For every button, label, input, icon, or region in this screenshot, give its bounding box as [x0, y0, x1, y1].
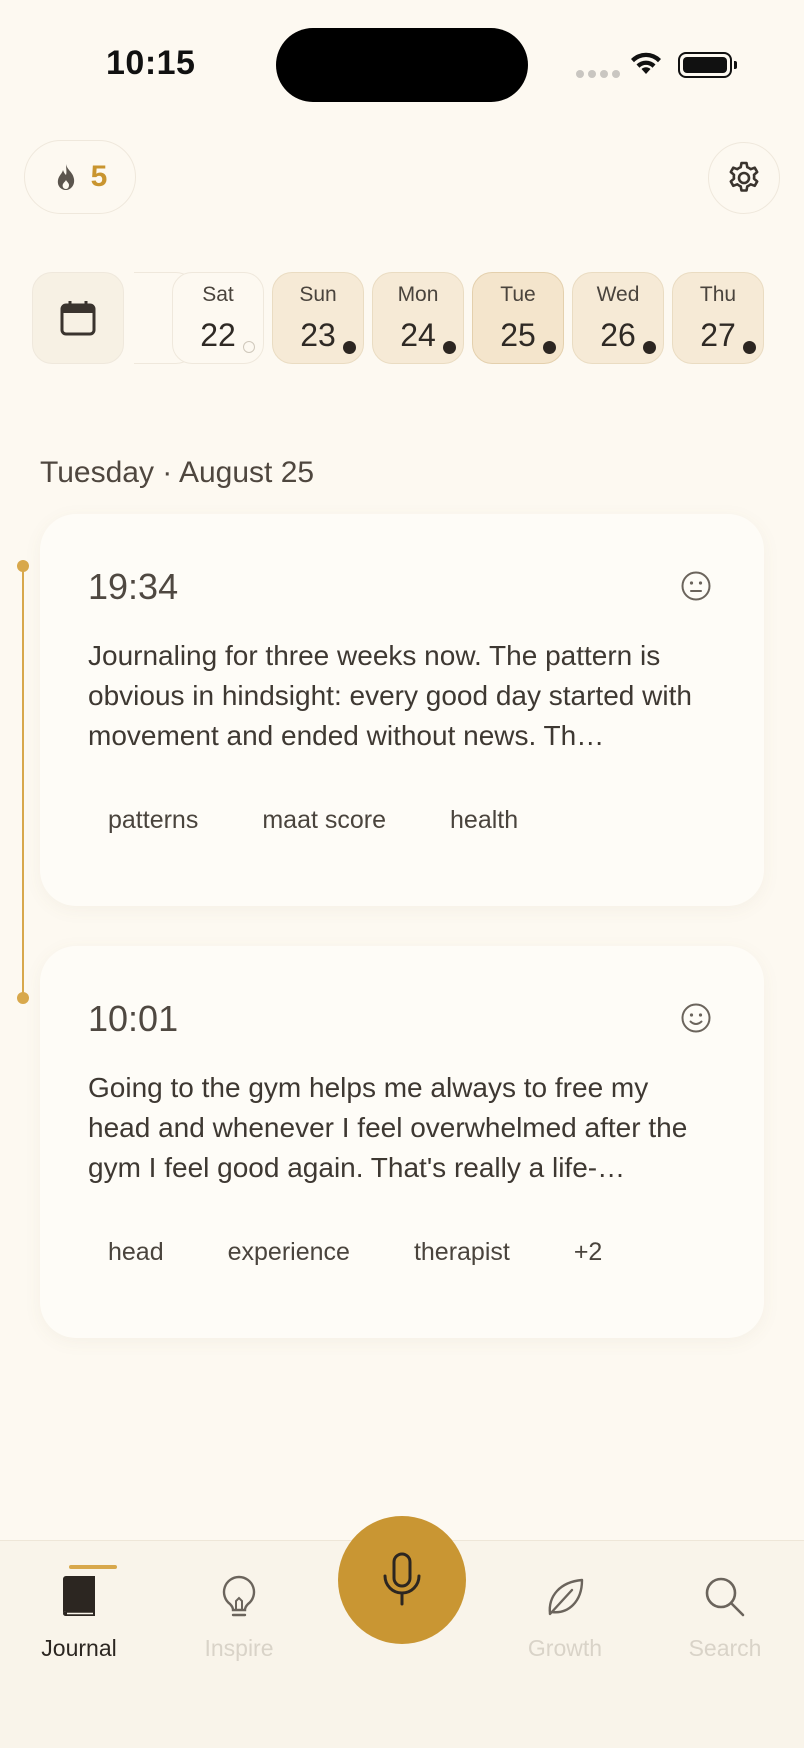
- calendar-button[interactable]: [32, 272, 124, 364]
- entry-tags: head experience therapist +2: [88, 1232, 622, 1273]
- tag-chip[interactable]: patterns: [88, 800, 218, 841]
- tab-inspire[interactable]: Inspire: [174, 1567, 304, 1662]
- tab-search[interactable]: Search: [660, 1567, 790, 1662]
- active-tab-indicator: [69, 1565, 117, 1569]
- day-name: Thu: [699, 283, 737, 306]
- tab-label: Search: [688, 1635, 762, 1661]
- day-cell-wed[interactable]: Wed 26: [572, 272, 664, 364]
- tag-chip[interactable]: experience: [208, 1232, 370, 1273]
- book-icon: [63, 1576, 95, 1617]
- streak-badge[interactable]: 5: [24, 140, 136, 214]
- neutral-face-icon[interactable]: [680, 570, 712, 602]
- day-cell-thu[interactable]: Thu 27: [672, 272, 764, 364]
- day-cell-sat[interactable]: Sat 22: [172, 272, 264, 364]
- entry-time: 10:01: [88, 998, 179, 1039]
- day-cell-sun[interactable]: Sun 23: [272, 272, 364, 364]
- day-name: Tue: [500, 283, 536, 306]
- tag-chip[interactable]: head: [88, 1232, 184, 1273]
- tag-chip[interactable]: maat score: [242, 800, 406, 841]
- timeline-dot: [17, 560, 29, 572]
- day-name: Sun: [299, 283, 337, 306]
- search-icon: [705, 1577, 745, 1617]
- tag-chip[interactable]: health: [430, 800, 538, 841]
- streak-count: 5: [90, 160, 108, 193]
- status-bar: 10:15: [0, 0, 804, 120]
- lightbulb-icon: [222, 1575, 256, 1617]
- day-cell-mon[interactable]: Mon 24: [372, 272, 464, 364]
- cellular-signal-icon: [576, 70, 620, 78]
- day-name: Sat: [202, 283, 234, 306]
- dynamic-island: [276, 28, 528, 102]
- day-name: Wed: [596, 283, 640, 306]
- microphone-icon: [383, 1552, 421, 1606]
- record-voice-button[interactable]: [338, 1516, 466, 1644]
- tag-chip[interactable]: therapist: [394, 1232, 530, 1273]
- date-strip[interactable]: Sat 22 Sun 23 Mon 24 Tue 25 Wed 26 Thu 2…: [32, 272, 772, 364]
- timeline-line: [22, 566, 24, 998]
- tab-label: Inspire: [204, 1635, 274, 1661]
- day-name: Mon: [397, 283, 439, 306]
- status-time: 10:15: [106, 44, 196, 82]
- entry-indicator: [743, 341, 756, 354]
- entry-indicator: [243, 341, 255, 353]
- entry-indicator: [343, 341, 356, 354]
- journal-entry-card[interactable]: 10:01 Going to the gym helps me always t…: [40, 946, 764, 1338]
- tab-label: Journal: [41, 1635, 117, 1661]
- tab-label: Growth: [527, 1635, 603, 1661]
- calendar-icon: [60, 301, 96, 336]
- entry-tags: patterns maat score health: [88, 800, 538, 841]
- entry-indicator: [643, 341, 656, 354]
- entry-indicator: [443, 341, 456, 354]
- tab-journal[interactable]: Journal: [14, 1565, 144, 1662]
- day-cell-tue[interactable]: Tue 25: [472, 272, 564, 364]
- smile-face-icon[interactable]: [680, 1002, 712, 1034]
- entry-text: Going to the gym helps me always to free…: [88, 1072, 688, 1183]
- entry-time: 19:34: [88, 566, 179, 607]
- entry-text: Journaling for three weeks now. The patt…: [88, 640, 692, 751]
- entry-indicator: [543, 341, 556, 354]
- journal-entry-card[interactable]: 19:34 Journaling for three weeks now. Th…: [40, 514, 764, 906]
- wifi-icon: [631, 52, 661, 74]
- section-date-heading: Tuesday · August 25: [40, 456, 315, 489]
- settings-button[interactable]: [708, 142, 780, 214]
- timeline-dot: [17, 992, 29, 1004]
- gear-icon: [729, 161, 759, 192]
- more-tags-chip[interactable]: +2: [554, 1232, 623, 1273]
- tab-growth[interactable]: Growth: [500, 1567, 630, 1662]
- leaf-icon: [548, 1578, 584, 1616]
- flame-icon: [57, 164, 74, 190]
- battery-icon: [678, 52, 737, 78]
